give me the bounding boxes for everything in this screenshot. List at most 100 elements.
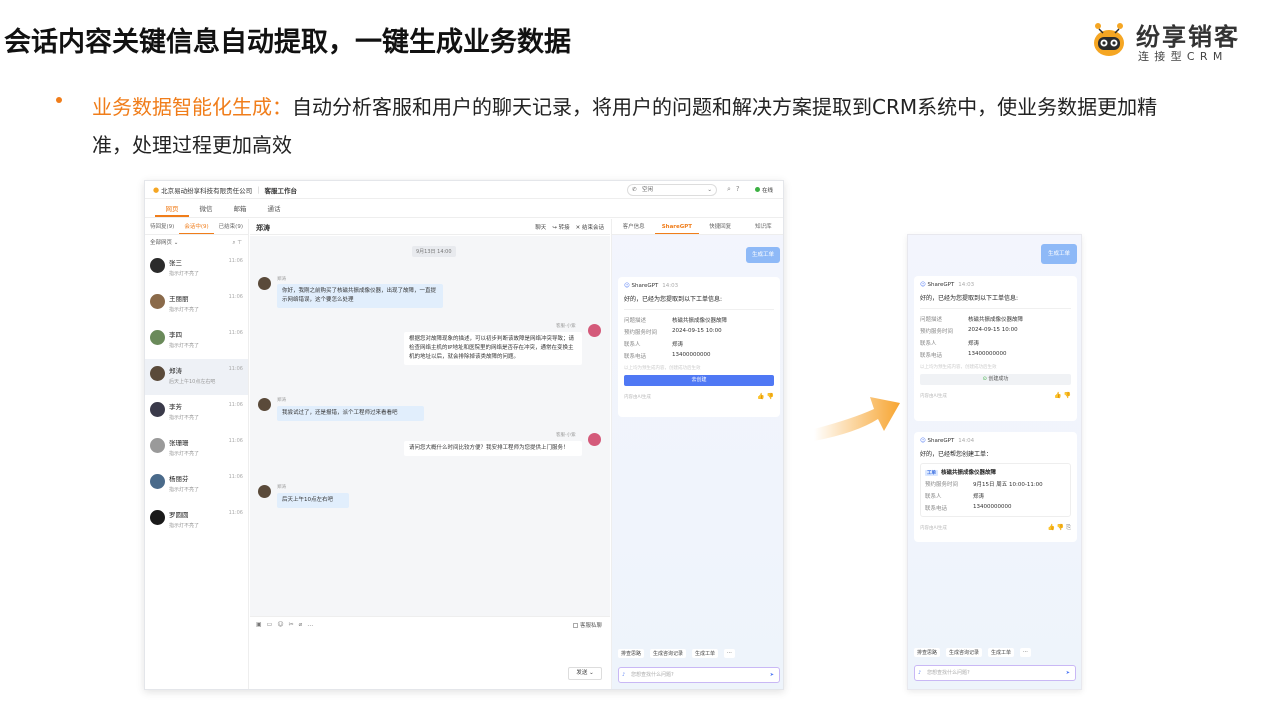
ai-note-text: 内容由AI生成 xyxy=(624,395,651,400)
slide-title: 会话内容关键信息自动提取，一键生成业务数据 xyxy=(4,27,571,58)
end-chat-button[interactable]: ✕ 结束会话 xyxy=(576,223,604,231)
tab-knowledge[interactable]: 知识库 xyxy=(742,219,783,234)
filter-icons[interactable]: ⌕ ⊤ xyxy=(232,235,242,251)
contact-item[interactable]: 罗圆圆 指示灯不亮了 11:06 xyxy=(145,503,248,539)
gpt-time: 14:03 xyxy=(662,283,679,289)
ticket-title: 核磁共振成像仪器故障 xyxy=(941,470,997,476)
tab-call[interactable]: 通话 xyxy=(257,200,291,217)
contact-item[interactable]: 李四 指示灯不亮了 11:06 xyxy=(145,323,248,359)
quick-ticket[interactable]: 生成工单 xyxy=(988,648,1015,657)
mic-icon: ♪ xyxy=(622,672,626,678)
quick-consult-record[interactable]: 生成咨询记录 xyxy=(650,649,687,658)
help-icon[interactable]: ? xyxy=(736,185,740,194)
contact-item[interactable]: 张三 指示灯不亮了 11:06 xyxy=(145,251,248,287)
field-key: 问题描述 xyxy=(624,318,647,324)
contact-item[interactable]: 杨丽芬 指示灯不亮了 11:06 xyxy=(145,467,248,503)
avatar xyxy=(588,324,601,337)
send-icon[interactable]: ➤ xyxy=(1066,666,1070,680)
contact-time: 11:06 xyxy=(228,402,243,408)
list-filter[interactable]: 全部网页 ⌄ ⌕ ⊤ xyxy=(145,235,248,251)
send-button[interactable]: 发送 ⌄ xyxy=(568,667,602,680)
tab-wechat[interactable]: 微信 xyxy=(189,200,223,217)
field-row: 联系电话 13400000000 xyxy=(920,351,1071,359)
more-button[interactable]: ··· xyxy=(724,649,735,658)
tab-pending[interactable]: 待回复(9) xyxy=(145,219,179,234)
service-workbench-window: ● 北京易动纷享科技有限责任公司 | 客服工作台 ✆ 空闲 ⌄ ⌕? 在线 网页 微… xyxy=(144,180,784,690)
avatar xyxy=(150,474,165,489)
quick-actions: 排查思路 生成咨询记录 生成工单 ··· xyxy=(618,649,735,658)
avatar xyxy=(150,438,165,453)
contact-item[interactable]: 郑涛 后天上午10点左右吧 11:06 xyxy=(145,359,248,395)
tab-web[interactable]: 网页 xyxy=(155,200,189,217)
gpt-input[interactable]: ♪ 您想查找什么问题? ➤ xyxy=(618,667,780,683)
quick-ticket[interactable]: 生成工单 xyxy=(692,649,719,658)
ai-note: 内容由AI生成 👍 👎 xyxy=(624,393,774,400)
search-icon[interactable]: ⌕ xyxy=(727,185,731,194)
private-chat-checkbox[interactable]: 客服私聊 xyxy=(572,621,602,629)
extracted-fields: 问题描述 核磁共振成像仪器故障 预约服务时间 2024-09-15 10:00 联系人 郑… xyxy=(624,309,774,360)
brand-logo: 纷享销客 连接型CRM xyxy=(1090,17,1275,63)
field-value: 9月15日 周五 10:00-11:00 xyxy=(973,482,1043,488)
field-value: 核磁共振成像仪器故障 xyxy=(968,317,1024,323)
field-row: 联系人 郑涛 xyxy=(624,340,774,348)
sender-name: 客服-小紫 xyxy=(556,433,576,438)
field-row: 联系电话 13400000000 xyxy=(925,504,1066,512)
ai-note-text: 内容由AI生成 xyxy=(920,526,947,531)
date-chip: 9月13日 14:00 xyxy=(412,246,456,257)
composer-toolbar-icons[interactable]: ▣▭☺✂⌀… xyxy=(256,621,318,628)
agent-message: 请问您大概什么时间比较方便？我安排工程师为您提供上门服务！ xyxy=(404,441,582,456)
quick-troubleshoot[interactable]: 排查思路 xyxy=(618,649,645,658)
quick-consult-record[interactable]: 生成咨询记录 xyxy=(946,648,983,657)
tab-email[interactable]: 邮箱 xyxy=(223,200,257,217)
contact-item[interactable]: 王丽丽 指示灯不亮了 11:06 xyxy=(145,287,248,323)
bullet-text: 业务数据智能化生成：自动分析客服和用户的聊天记录，将用户的问题和解决方案提取到C… xyxy=(92,88,1172,164)
quick-troubleshoot[interactable]: 排查思路 xyxy=(914,648,941,657)
avatar xyxy=(150,258,165,273)
tab-sharegpt[interactable]: ShareGPT xyxy=(655,219,699,234)
transfer-button[interactable]: ↪ 转接 xyxy=(552,223,569,231)
more-button[interactable]: ··· xyxy=(1020,648,1031,657)
bee-logo-icon xyxy=(1094,23,1124,56)
robot-icon: ☺ xyxy=(624,283,630,289)
field-row: 预约服务时间 2024-09-15 10:00 xyxy=(624,328,774,336)
feedback-icons[interactable]: 👍 👎 xyxy=(757,393,774,400)
field-value: 郑涛 xyxy=(973,494,985,500)
ticket-title-row: 工单 核磁共振成像仪器故障 xyxy=(925,468,1066,476)
chevron-down-icon: ⌄ xyxy=(707,187,712,193)
field-key: 联系电话 xyxy=(624,354,647,360)
bullet-highlight: 业务数据智能化生成： xyxy=(92,95,292,119)
contact-item[interactable]: 张珊珊 指示灯不亮了 11:06 xyxy=(145,431,248,467)
created-status: ⊙ 创建成功 xyxy=(920,374,1071,385)
sender-name: 客服-小紫 xyxy=(556,324,576,329)
tab-customer-info[interactable]: 客户信息 xyxy=(612,219,655,234)
input-placeholder: 您想查找什么问题? xyxy=(927,670,970,676)
gpt-input[interactable]: ♪ 您想查找什么问题? ➤ xyxy=(914,665,1076,681)
gpt-extract-card: ☺ ShareGPT 14:03 好的，已经为您提取到以下工单信息: 问题描述 核磁… xyxy=(618,277,780,417)
ticket-box[interactable]: 工单 核磁共振成像仪器故障 预约服务时间 9月15日 周五 10:00-11:00 联… xyxy=(920,463,1071,517)
field-key: 预约服务时间 xyxy=(624,330,658,336)
ai-note: 内容由AI生成 👍 👎 ⎘ xyxy=(920,524,1071,532)
chat-mode-select[interactable]: 聊天 xyxy=(535,223,546,231)
send-icon[interactable]: ➤ xyxy=(770,668,774,682)
call-status-select[interactable]: ✆ 空闲 ⌄ xyxy=(627,184,717,196)
conversation-list: 待回复(9) 会话中(9) 已结束(9) 全部网页 ⌄ ⌕ ⊤ 张三 指示灯不亮了 1… xyxy=(145,219,249,689)
create-ticket-button[interactable]: 去创建 xyxy=(624,375,774,386)
gpt-header: ☺ ShareGPT 14:03 xyxy=(920,282,1071,288)
contact-item[interactable]: 李芳 指示灯不亮了 11:06 xyxy=(145,395,248,431)
feedback-icons[interactable]: 👍 👎 xyxy=(1054,392,1071,399)
online-status[interactable]: 在线 xyxy=(755,186,773,194)
contact-time: 11:06 xyxy=(228,438,243,444)
customer-message: 你好，我刚之前购买了核磁共振成像仪器，出现了故障，一直提示网络错误，这个要怎么处… xyxy=(277,284,443,308)
generate-ticket-request: 生成工单 xyxy=(746,247,780,263)
tab-quick-reply[interactable]: 快捷回复 xyxy=(699,219,742,234)
feedback-icons[interactable]: 👍 👎 ⎘ xyxy=(1047,524,1071,532)
robot-icon: ☺ xyxy=(920,438,926,444)
side-tabs: 客户信息 ShareGPT 快捷回复 知识库 xyxy=(612,219,783,235)
field-value: 郑涛 xyxy=(968,341,980,347)
chat-header: 郑涛 聊天 ↪ 转接 ✕ 结束会话 xyxy=(250,219,610,235)
tab-active[interactable]: 会话中(9) xyxy=(179,219,214,234)
composer: ▣▭☺✂⌀… 客服私聊 发送 ⌄ xyxy=(250,616,610,689)
tab-ended[interactable]: 已结束(9) xyxy=(214,219,248,234)
channel-tabs: 网页 微信 邮箱 通话 xyxy=(145,200,783,218)
call-status-label: 空闲 xyxy=(642,187,654,193)
